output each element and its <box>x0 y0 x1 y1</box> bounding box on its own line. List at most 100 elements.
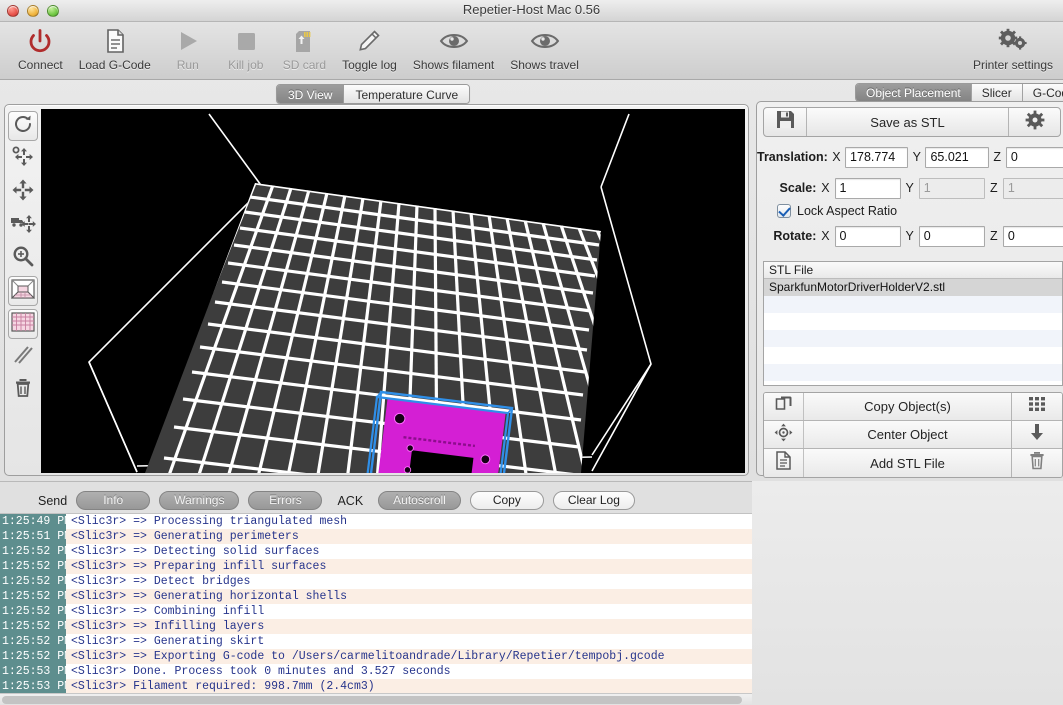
log-clear-button[interactable]: Clear Log <box>552 491 635 510</box>
log-row: 1:25:53 PM <Slic3r> Done. Process took 0… <box>0 664 752 679</box>
center-object-icon-button[interactable] <box>764 421 804 448</box>
lock-aspect-ratio-label: Lock Aspect Ratio <box>797 204 898 218</box>
lines-icon <box>12 344 34 371</box>
log-divider <box>0 481 752 482</box>
panel-filler <box>752 481 1063 705</box>
translation-z-input[interactable]: 0 <box>1005 146 1063 168</box>
log-timestamp: 1:25:53 PM <box>0 679 66 693</box>
add-stl-file-button[interactable]: Add STL File <box>804 449 1012 477</box>
object-actions-table: Copy Object(s) Center Object Add STL Fil… <box>763 392 1063 478</box>
log-message: <Slic3r> Done. Process took 0 minutes an… <box>71 665 451 678</box>
reset-view-tool[interactable] <box>8 111 38 141</box>
copy-objects-icon-button[interactable] <box>764 393 804 420</box>
rotate-y-axis-label: Y <box>905 229 914 243</box>
lock-aspect-ratio-row[interactable]: Lock Aspect Ratio <box>757 201 1063 221</box>
rotate-y-input[interactable]: 0 <box>918 225 985 247</box>
gear-icon <box>1025 110 1045 135</box>
log-row: 1:25:52 PM <Slic3r> => Combining infill <box>0 604 752 619</box>
stl-list-item[interactable]: SparkfunMotorDriverHolderV2.stl <box>764 279 1062 296</box>
move-camera-tool[interactable] <box>8 210 38 240</box>
toolbar-button-sd-card[interactable]: SD card <box>275 22 334 72</box>
rotate-object-tool[interactable] <box>8 144 38 174</box>
log-row: 1:25:52 PM <Slic3r> => Detecting solid s… <box>0 544 752 559</box>
add-stl-file-icon-button[interactable] <box>764 449 804 477</box>
drop-object-button[interactable] <box>1012 421 1062 448</box>
toolbar-button-connect[interactable]: Connect <box>10 22 71 72</box>
stl-file-list[interactable]: STL File SparkfunMotorDriverHolderV2.stl <box>763 261 1063 386</box>
rotate-z-input[interactable]: 0 <box>1002 225 1063 247</box>
log-message: <Slic3r> => Generating perimeters <box>71 530 299 543</box>
scale-y-input[interactable]: 1 <box>918 177 985 199</box>
log-message: <Slic3r> => Combining infill <box>71 605 265 618</box>
object-settings-button[interactable] <box>1009 108 1060 136</box>
log-row: 1:25:52 PM <Slic3r> => Preparing infill … <box>0 559 752 574</box>
log-timestamp: 1:25:52 PM <box>0 649 66 664</box>
floppy-disk-icon <box>776 110 795 134</box>
toolbar-button-load-gcode[interactable]: Load G-Code <box>71 22 159 72</box>
edges-tool[interactable] <box>8 342 38 372</box>
log-autoscroll-toggle[interactable]: Autoscroll <box>378 491 461 510</box>
toolbar-button-shows-filament[interactable]: Shows filament <box>405 22 502 72</box>
refresh-icon <box>12 113 34 140</box>
grid-arrange-button[interactable] <box>1012 393 1062 420</box>
tab-temperature-curve[interactable]: Temperature Curve <box>344 85 470 103</box>
delete-object-button[interactable] <box>1012 449 1062 477</box>
scale-y-axis-label: Y <box>905 181 914 195</box>
log-row: 1:25:52 PM <Slic3r> => Exporting G-code … <box>0 649 752 664</box>
perspective-tool[interactable] <box>8 276 38 306</box>
toolbar-label-shows-filament: Shows filament <box>412 58 495 72</box>
log-scrollbar-thumb[interactable] <box>2 696 742 704</box>
view-tab-bar: 3D View Temperature Curve <box>276 84 471 104</box>
translation-y-input[interactable]: 65.021 <box>925 146 989 168</box>
translation-x-input[interactable]: 178.774 <box>845 146 909 168</box>
log-message: <Slic3r> => Exporting G-code to /Users/c… <box>71 650 665 663</box>
toolbar-button-toggle-log[interactable]: Toggle log <box>334 22 405 72</box>
delete-tool[interactable] <box>8 375 38 405</box>
log-copy-button[interactable]: Copy <box>469 491 544 510</box>
log-timestamp: 1:25:52 PM <box>0 544 66 559</box>
rotate-row: Rotate: X 0 Y 0 Z 0 <box>757 223 1063 249</box>
move-object-tool[interactable] <box>8 177 38 207</box>
toolbar-label-load-gcode: Load G-Code <box>78 58 151 72</box>
3d-viewport[interactable] <box>41 109 745 473</box>
play-icon <box>174 26 202 56</box>
save-as-stl-icon-button[interactable] <box>764 108 807 136</box>
grid-view-icon <box>11 311 35 337</box>
scale-x-input[interactable]: 1 <box>834 177 901 199</box>
rotate-label: Rotate: <box>773 229 817 243</box>
tab-slicer[interactable]: Slicer <box>971 84 1023 101</box>
toolbar-button-kill-job[interactable]: Kill job <box>217 22 275 72</box>
log-filter-errors[interactable]: Errors <box>248 491 323 510</box>
stl-list-empty-row <box>764 296 1062 313</box>
scale-x-axis-label: X <box>821 181 830 195</box>
toolbar-button-printer-settings[interactable]: Printer settings <box>965 22 1061 72</box>
log-filter-warnings[interactable]: Warnings <box>159 491 240 510</box>
save-as-stl-button[interactable]: Save as STL <box>807 108 1009 136</box>
copy-objects-button[interactable]: Copy Object(s) <box>804 393 1012 420</box>
toolbar-button-shows-travel[interactable]: Shows travel <box>502 22 587 72</box>
log-list[interactable]: 1:25:49 PM <Slic3r> => Processing triang… <box>0 513 752 693</box>
log-horizontal-scrollbar[interactable] <box>0 693 752 705</box>
zoom-tool[interactable] <box>8 243 38 273</box>
scale-z-input[interactable]: 1 <box>1002 177 1063 199</box>
top-view-tool[interactable] <box>8 309 38 339</box>
scale-label: Scale: <box>779 181 817 195</box>
rotate-x-input[interactable]: 0 <box>834 225 901 247</box>
stop-icon <box>232 26 260 56</box>
send-label[interactable]: Send <box>38 494 67 508</box>
tab-object-placement[interactable]: Object Placement <box>856 84 972 101</box>
log-timestamp: 1:25:52 PM <box>0 559 66 574</box>
center-object-button[interactable]: Center Object <box>804 421 1012 448</box>
window-titlebar: Repetier-Host Mac 0.56 <box>0 0 1063 22</box>
toolbar-button-run[interactable]: Run <box>159 22 217 72</box>
eye-icon <box>529 26 561 56</box>
log-toolbar: Send Info Warnings Errors ACK Autoscroll… <box>0 488 752 513</box>
stl-list-empty-row <box>764 364 1062 381</box>
tab-3d-view[interactable]: 3D View <box>277 85 345 103</box>
magnifier-icon <box>12 245 34 272</box>
lock-aspect-ratio-checkbox[interactable] <box>777 204 791 218</box>
move-icon <box>11 178 35 207</box>
tab-gcode[interactable]: G-Code <box>1022 84 1063 101</box>
document-icon <box>101 26 129 56</box>
log-filter-info[interactable]: Info <box>76 491 151 510</box>
